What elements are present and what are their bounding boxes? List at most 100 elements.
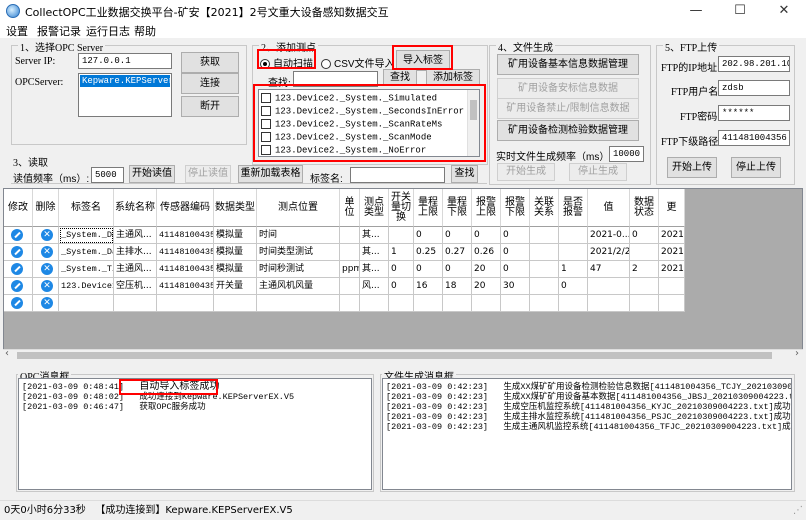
ftp-ip-input[interactable]: 202.98.201.100 [718,56,790,72]
resize-grip-icon[interactable]: ⋰ [793,501,803,520]
ftp-password-input[interactable]: ****** [718,105,790,121]
column-header[interactable]: 标签名 [59,189,114,227]
table-row[interactable]: ✕ [4,295,685,312]
close-button[interactable]: ✕ [762,0,806,22]
edit-cell[interactable] [4,227,33,244]
opcserver-listbox[interactable]: Kepware.KEPServerEX. [78,73,172,117]
tagname-input[interactable] [350,167,445,183]
column-header[interactable]: 值 [588,189,630,227]
column-header[interactable]: 修改 [4,189,33,227]
gen-freq-input[interactable]: 10000 [609,146,644,162]
edit-cell[interactable] [4,278,33,295]
start-upload-button[interactable]: 开始上传 [667,157,717,178]
search-button[interactable]: 查找 [383,69,417,86]
delete-cell[interactable]: ✕ [33,244,59,261]
tag-checkbox[interactable] [261,93,271,103]
reload-table-button[interactable]: 重新加载表格 [238,165,303,183]
delete-cell[interactable]: ✕ [33,227,59,244]
menu-help[interactable]: 帮助 [134,23,156,39]
import-tags-button[interactable]: 导入标签 [396,50,450,71]
menu-alarm-records[interactable]: 报警记录 [37,23,81,39]
edit-icon[interactable] [11,280,23,292]
tag-checkbox[interactable] [261,119,271,129]
delete-icon[interactable]: ✕ [41,280,53,292]
table-row[interactable]: ✕ _System._Date主排水...411481004356...模拟量时间… [4,244,685,261]
minimize-button[interactable]: — [674,0,718,22]
tag-item[interactable]: 123.Device2._System._SecondsInError [261,106,464,118]
column-header[interactable]: 更 [659,189,685,227]
column-header[interactable]: 量程下限 [443,189,472,227]
column-header[interactable]: 关联关系 [530,189,559,227]
tag-item[interactable]: 123.Device2._System._NoError [261,145,426,156]
csv-import-radio[interactable]: CSV文件导入 [321,55,395,70]
edit-icon[interactable] [11,246,23,258]
stop-read-button[interactable]: 停止读值 [185,165,231,183]
menu-settings[interactable]: 设置 [6,23,28,39]
delete-icon[interactable]: ✕ [41,246,53,258]
delete-cell[interactable]: ✕ [33,295,59,312]
column-header[interactable]: 报警上限 [472,189,501,227]
edit-cell[interactable] [4,244,33,261]
opcserver-selected-item[interactable]: Kepware.KEPServerEX. [80,75,171,87]
table-row[interactable]: ✕ _System._Dat...主通风...411481004356...模拟量… [4,227,685,244]
delete-icon[interactable]: ✕ [41,263,53,275]
edit-cell[interactable] [4,295,33,312]
grid-horizontal-scrollbar[interactable]: ‹ › [3,348,803,361]
menu-run-log[interactable]: 运行日志 [86,23,130,39]
column-header[interactable]: 数据状态 [630,189,659,227]
tag-item[interactable]: 123.Device2._System._ScanRateMs [261,119,442,131]
find-button[interactable]: 查找 [451,165,478,183]
tag-item[interactable]: 123.Device2._System._ScanMode [261,132,432,144]
tag-item[interactable]: 123.Device2._System._Simulated [261,93,437,105]
column-header[interactable]: 测点位置 [257,189,340,227]
tag-list-scrollbar[interactable] [467,90,479,156]
connect-button[interactable]: 连接 [181,73,239,94]
get-button[interactable]: 获取 [181,52,239,73]
column-header[interactable]: 报警下限 [501,189,530,227]
column-header[interactable]: 开关量切换 [389,189,414,227]
add-tag-button[interactable]: 添加标签 [426,69,480,86]
safety-info-button[interactable]: 矿用设备安标信息数据 [497,78,639,99]
table-row[interactable]: ✕ 123.Device1...空压机...411481004356...开关量主… [4,278,685,295]
column-header[interactable]: 单位 [340,189,360,227]
column-header[interactable]: 传感器编码 [157,189,214,227]
delete-cell[interactable]: ✕ [33,261,59,278]
delete-cell[interactable]: ✕ [33,278,59,295]
tag-checkbox[interactable] [261,106,271,116]
edit-icon[interactable] [11,229,23,241]
column-header[interactable]: 测点类型 [360,189,389,227]
column-header[interactable]: 是否报警 [559,189,588,227]
delete-icon[interactable]: ✕ [41,229,53,241]
edit-icon[interactable] [11,263,23,275]
column-header[interactable]: 数据类型 [214,189,257,227]
search-input[interactable] [293,71,378,87]
scroll-right-arrow-icon[interactable]: › [795,348,799,359]
ftp-user-input[interactable]: zdsb [718,80,790,96]
delete-icon[interactable]: ✕ [41,297,53,309]
stop-upload-button[interactable]: 停止上传 [731,157,781,178]
tag-data-grid[interactable]: 修改 删除 标签名 系统名称 传感器编码 数据类型 测点位置 单位 测点类型 开关量切换 量程上限量… [3,188,803,360]
ban-info-button[interactable]: 矿用设备禁止/限制信息数据 [497,98,639,119]
ftp-path-input[interactable]: 411481004356 [718,130,790,146]
server-ip-input[interactable]: 127.0.0.1 [78,53,172,69]
disconnect-button[interactable]: 断开 [181,96,239,117]
read-freq-input[interactable]: 5000 [91,167,124,183]
tag-checklist[interactable]: 123.Device2._System._Simulated 123.Devic… [258,89,480,157]
tag-checkbox[interactable] [261,132,271,142]
opc-message-log[interactable]: [2021-03-09 0:48:41] 自动导入标签成功 [2021-03-0… [18,378,372,490]
maximize-button[interactable]: ☐ [718,0,762,22]
start-read-button[interactable]: 开始读值 [129,165,175,183]
start-gen-button[interactable]: 开始生成 [497,163,555,181]
tag-checkbox[interactable] [261,145,271,155]
tag-list-scroll-thumb[interactable] [470,100,477,120]
column-header[interactable]: 删除 [33,189,59,227]
grid-scroll-thumb[interactable] [17,352,772,359]
edit-icon[interactable] [11,297,23,309]
edit-cell[interactable] [4,261,33,278]
table-row[interactable]: ✕ _System._Tim...主通风...411481004356...模拟量… [4,261,685,278]
stop-gen-button[interactable]: 停止生成 [569,163,627,181]
column-header[interactable]: 量程上限 [414,189,443,227]
inspection-data-button[interactable]: 矿用设备检测检验数据管理 [497,120,639,141]
file-message-log[interactable]: [2021-03-09 0:42:23] 生成XX煤矿矿用设备检测检验信息数据[… [382,378,792,490]
basic-info-button[interactable]: 矿用设备基本信息数据管理 [497,54,639,75]
